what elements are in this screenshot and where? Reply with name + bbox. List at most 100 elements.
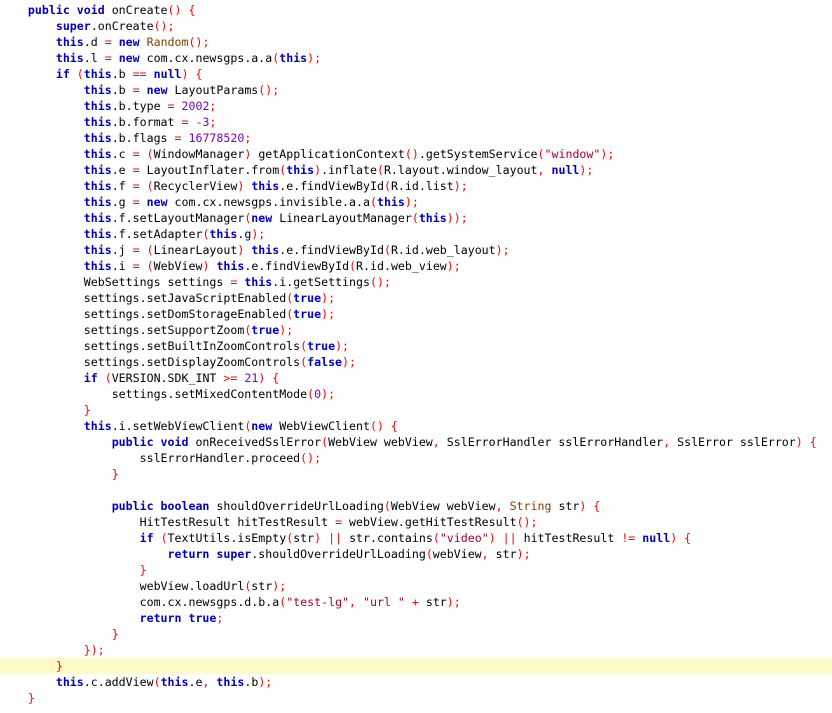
code-token: ); bbox=[258, 675, 273, 689]
code-token: ( bbox=[349, 259, 357, 273]
code-token: == bbox=[132, 67, 154, 81]
code-token: ; bbox=[209, 115, 217, 129]
code-token: () { bbox=[167, 3, 196, 17]
code-token: ); bbox=[446, 259, 461, 273]
code-token: ); bbox=[279, 323, 294, 337]
code-line: if (TextUtils.isEmpty(str) || str.contai… bbox=[0, 530, 832, 546]
code-token: = bbox=[335, 515, 350, 529]
code-token: , bbox=[202, 675, 217, 689]
code-token: (); bbox=[258, 83, 280, 97]
code-token: ) { bbox=[795, 435, 817, 449]
code-token: this bbox=[83, 195, 112, 209]
code-token: .b bbox=[111, 83, 133, 97]
code-token: str.contains bbox=[349, 531, 433, 545]
code-token: if bbox=[83, 371, 105, 385]
code-editor[interactable]: public void onCreate() { super.onCreate(… bbox=[0, 0, 832, 713]
code-token: ( bbox=[153, 675, 161, 689]
code-token: this bbox=[83, 227, 112, 241]
code-line: } bbox=[0, 562, 832, 578]
code-token: new bbox=[146, 195, 175, 209]
code-line: webView.loadUrl(str); bbox=[0, 578, 832, 594]
code-token: true bbox=[293, 307, 322, 321]
code-token: onCreate bbox=[111, 3, 168, 17]
code-token: } bbox=[111, 627, 119, 641]
code-token: ) bbox=[202, 259, 217, 273]
code-token: ); bbox=[453, 179, 468, 193]
code-token: )); bbox=[446, 211, 468, 225]
code-line: return super.shouldOverrideUrlLoading(we… bbox=[0, 546, 832, 562]
code-token: this bbox=[244, 275, 273, 289]
code-token: LayoutInflater.from bbox=[146, 163, 280, 177]
code-line: settings.setDomStorageEnabled(true); bbox=[0, 306, 832, 322]
code-line: this.f.setLayoutManager(new LinearLayout… bbox=[0, 210, 832, 226]
code-token: ) { bbox=[579, 499, 601, 513]
code-token: webView.loadUrl bbox=[139, 579, 245, 593]
code-line: settings.setSupportZoom(true); bbox=[0, 322, 832, 338]
code-token: .b.format bbox=[111, 115, 182, 129]
code-token: public void bbox=[27, 3, 112, 17]
code-token: .getSystemService bbox=[418, 147, 538, 161]
code-token: this bbox=[286, 163, 315, 177]
code-token: this bbox=[55, 675, 84, 689]
code-token: return true bbox=[139, 611, 217, 625]
code-line: super.onCreate(); bbox=[0, 18, 832, 34]
code-token: str bbox=[425, 595, 447, 609]
code-token: new bbox=[118, 51, 147, 65]
code-token: , bbox=[663, 435, 678, 449]
code-token: .e bbox=[188, 675, 203, 689]
code-token: + bbox=[411, 595, 426, 609]
code-token: ( bbox=[383, 243, 391, 257]
code-line: this.i.setWebViewClient(new WebViewClien… bbox=[0, 418, 832, 434]
code-token: onReceivedSslError bbox=[195, 435, 322, 449]
code-token: } bbox=[111, 467, 119, 481]
code-token: ( bbox=[76, 67, 84, 81]
code-token: ); bbox=[307, 51, 322, 65]
code-token: , bbox=[481, 547, 496, 561]
code-token: return super bbox=[167, 547, 252, 561]
code-token: this bbox=[83, 179, 112, 193]
code-token: ) bbox=[237, 179, 252, 193]
code-line: this.i = (WebView) this.e.findViewById(R… bbox=[0, 258, 832, 274]
code-token: ; bbox=[209, 99, 217, 113]
code-token: "window" bbox=[544, 147, 601, 161]
code-token: ); bbox=[321, 387, 336, 401]
code-token: this bbox=[83, 99, 112, 113]
code-line: } bbox=[0, 658, 832, 674]
code-token: settings.setMixedContentMode bbox=[111, 387, 308, 401]
code-token: null bbox=[551, 163, 580, 177]
code-token: this bbox=[83, 115, 112, 129]
code-token: settings.setSupportZoom bbox=[83, 323, 245, 337]
code-token: SslError sslError bbox=[677, 435, 796, 449]
code-token: webView bbox=[432, 547, 482, 561]
code-token: WebView webView bbox=[328, 435, 433, 449]
code-token: this bbox=[251, 179, 280, 193]
code-line: if (this.b == null) { bbox=[0, 66, 832, 82]
code-line: settings.setJavaScriptEnabled(true); bbox=[0, 290, 832, 306]
code-line: HitTestResult hitTestResult = webView.ge… bbox=[0, 514, 832, 530]
code-token: this bbox=[279, 51, 308, 65]
code-token: ) { bbox=[258, 371, 280, 385]
code-token: } bbox=[139, 563, 147, 577]
code-token: public void bbox=[111, 435, 196, 449]
code-token: hitTestResult bbox=[523, 531, 622, 545]
code-token: ( bbox=[537, 147, 545, 161]
code-token: str bbox=[495, 547, 517, 561]
code-token: = bbox=[174, 131, 189, 145]
code-token: "url " bbox=[363, 595, 412, 609]
code-token: ( bbox=[160, 531, 168, 545]
code-token: .inflate bbox=[321, 163, 377, 177]
